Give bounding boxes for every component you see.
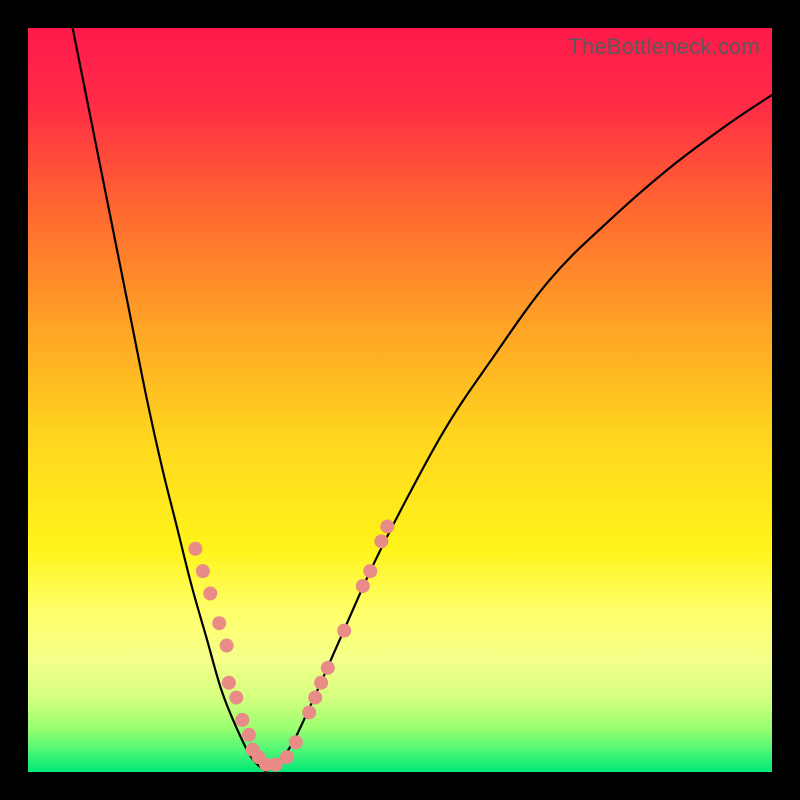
data-marker bbox=[363, 564, 377, 578]
data-marker bbox=[229, 691, 243, 705]
data-marker bbox=[302, 705, 316, 719]
data-marker bbox=[235, 713, 249, 727]
watermark-text: TheBottleneck.com bbox=[568, 34, 760, 60]
data-marker bbox=[220, 639, 234, 653]
data-marker bbox=[242, 728, 256, 742]
data-marker bbox=[196, 564, 210, 578]
data-marker bbox=[356, 579, 370, 593]
data-marker bbox=[374, 534, 388, 548]
data-marker bbox=[308, 691, 322, 705]
data-marker bbox=[314, 676, 328, 690]
curve-right-branch bbox=[266, 95, 772, 772]
data-marker bbox=[203, 586, 217, 600]
curve-left-branch bbox=[73, 28, 266, 772]
chart-frame: TheBottleneck.com bbox=[0, 0, 800, 800]
data-marker bbox=[380, 519, 394, 533]
data-marker bbox=[212, 616, 226, 630]
data-marker bbox=[289, 735, 303, 749]
chart-svg bbox=[28, 28, 772, 772]
plot-area: TheBottleneck.com bbox=[28, 28, 772, 772]
data-marker bbox=[337, 624, 351, 638]
data-marker bbox=[188, 542, 202, 556]
data-marker bbox=[280, 750, 294, 764]
data-marker bbox=[222, 676, 236, 690]
data-marker bbox=[321, 661, 335, 675]
